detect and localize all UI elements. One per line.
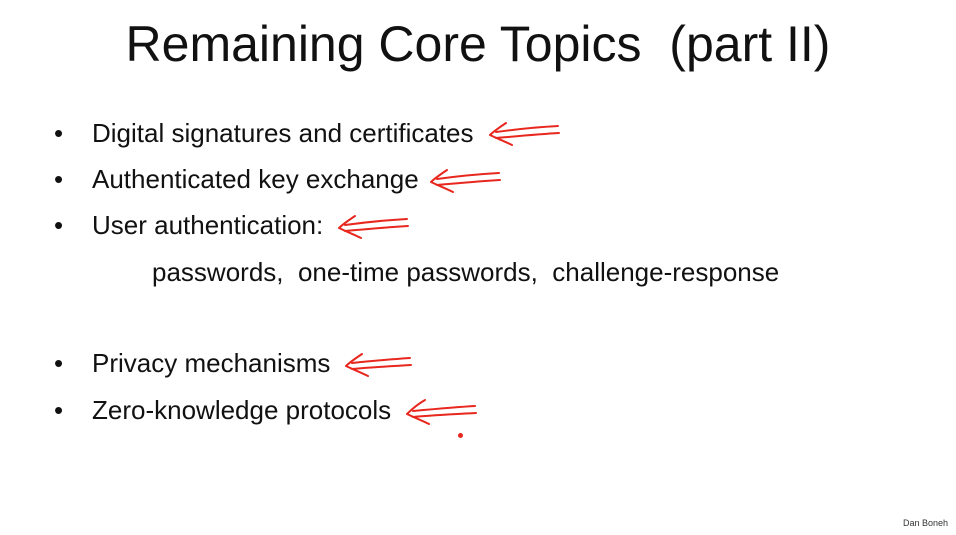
- left-arrow-icon: [429, 169, 501, 193]
- left-arrow-icon: [406, 399, 478, 425]
- bullet-item-authenticated-key-exchange: • Authenticated key exchange: [54, 162, 503, 196]
- bullet-text: Privacy mechanisms: [92, 348, 331, 378]
- bullet-text: Authenticated key exchange: [92, 164, 419, 194]
- slide-title: Remaining Core Topics (part II): [125, 16, 831, 72]
- ink-dot: [458, 433, 463, 438]
- bullet-dot: •: [54, 395, 64, 425]
- bullet-text: User authentication:: [92, 210, 324, 240]
- left-arrow-icon: [488, 122, 560, 146]
- bullet-dot: •: [54, 118, 64, 148]
- slide: Remaining Core Topics (part II) • Digita…: [0, 0, 956, 535]
- bullet-item-user-authentication: • User authentication:: [54, 208, 411, 242]
- bullet-dot: •: [54, 210, 64, 240]
- bullet-dot: •: [54, 164, 64, 194]
- bullet-dot: •: [54, 348, 64, 378]
- bullet-text: Zero-knowledge protocols: [92, 395, 392, 425]
- left-arrow-icon: [338, 215, 410, 239]
- left-arrow-icon: [345, 353, 413, 377]
- sub-item-authentication-methods: passwords, one-time passwords, challenge…: [152, 257, 780, 287]
- bullet-item-zero-knowledge-protocols: • Zero-knowledge protocols: [54, 393, 479, 427]
- slide-footer-author: Dan Boneh: [902, 518, 948, 528]
- bullet-item-digital-signatures: • Digital signatures and certificates: [54, 116, 562, 150]
- bullet-item-privacy-mechanisms: • Privacy mechanisms: [54, 346, 418, 380]
- bullet-text: Digital signatures and certificates: [92, 118, 474, 148]
